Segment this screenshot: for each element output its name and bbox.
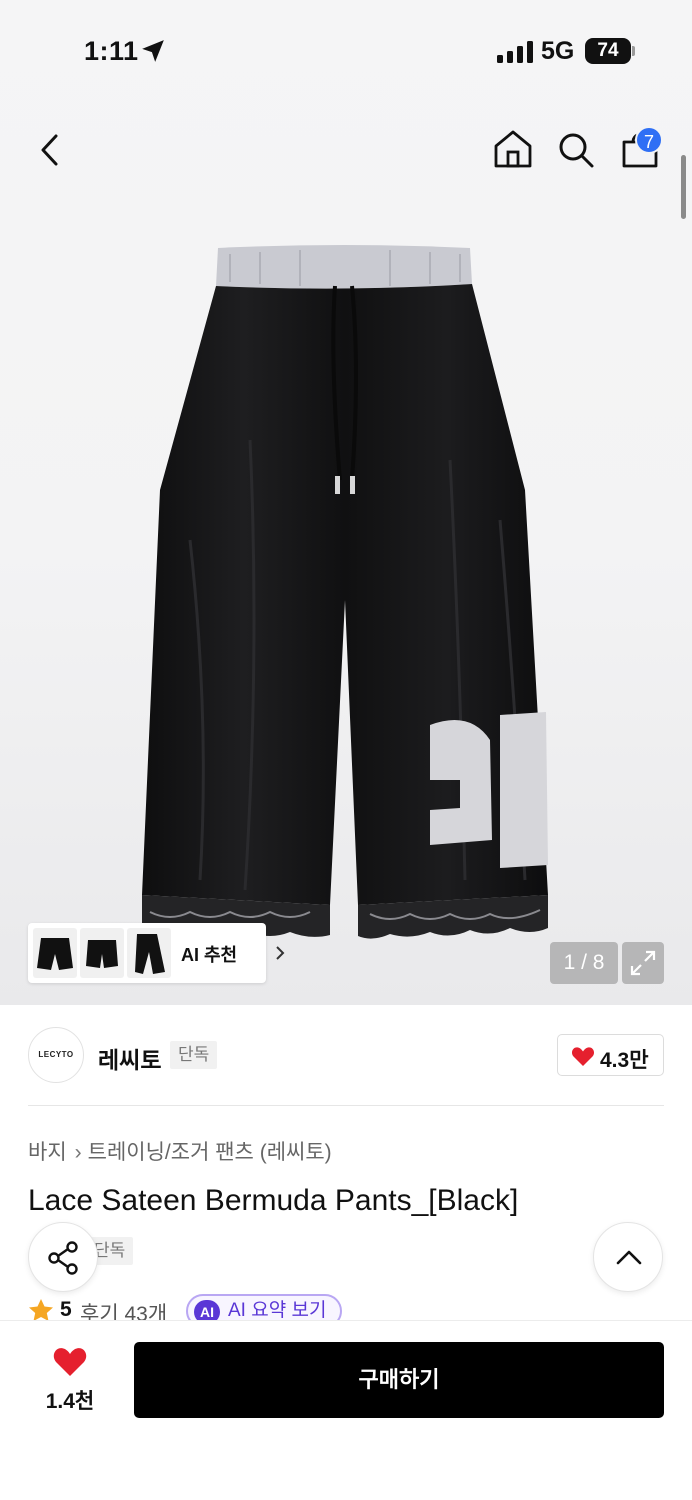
brand-name[interactable]: 레씨토 bbox=[98, 1041, 161, 1075]
network-type: 5G bbox=[541, 37, 575, 65]
favorite-count: 1.4천 bbox=[45, 1390, 95, 1413]
product-image[interactable] bbox=[130, 240, 560, 945]
chevron-right-icon bbox=[276, 946, 285, 960]
ai-summary-label: AI 요약 보기 bbox=[228, 1300, 327, 1320]
divider bbox=[28, 1105, 664, 1106]
status-bar: 1:11 5G 74 bbox=[0, 0, 692, 100]
share-icon bbox=[48, 1241, 78, 1275]
brand-like-count: 4.3만 bbox=[600, 1049, 649, 1072]
breadcrumb-item-category[interactable]: 바지 bbox=[28, 1141, 67, 1164]
image-page-indicator: 1 / 8 bbox=[550, 942, 618, 984]
expand-icon bbox=[630, 950, 656, 976]
product-title: Lace Sateen Bermuda Pants_[Black] bbox=[28, 1184, 519, 1217]
ai-summary-button[interactable]: AI AI 요약 보기 bbox=[186, 1294, 343, 1320]
share-button[interactable] bbox=[28, 1222, 98, 1292]
cellular-signal-icon bbox=[497, 41, 533, 63]
search-icon[interactable] bbox=[556, 130, 596, 170]
ai-badge-icon: AI bbox=[194, 1300, 220, 1320]
rating-row: 5 후기 43개 AI AI 요약 보기 bbox=[28, 1294, 668, 1320]
scroll-top-button[interactable] bbox=[593, 1222, 663, 1292]
heart-icon[interactable] bbox=[52, 1346, 88, 1378]
breadcrumb: 바지 › 트레이닝/조거 팬츠 (레씨토) bbox=[28, 1136, 332, 1166]
rating-score: 5 bbox=[60, 1298, 72, 1320]
review-count-link[interactable]: 후기 43개 bbox=[80, 1298, 167, 1320]
scrollbar[interactable] bbox=[681, 155, 686, 219]
expand-button[interactable] bbox=[622, 942, 664, 984]
buy-button[interactable]: 구매하기 bbox=[134, 1342, 664, 1418]
chevron-right-icon: › bbox=[74, 1141, 82, 1164]
thumbnail-2[interactable] bbox=[80, 928, 124, 978]
battery-icon: 74 bbox=[585, 38, 631, 64]
cart-count-badge: 7 bbox=[635, 126, 663, 154]
brand-logo[interactable]: LECYTO bbox=[28, 1027, 84, 1083]
thumbnail-3[interactable] bbox=[127, 928, 171, 978]
ai-recommend-chip[interactable]: AI 추천 bbox=[28, 923, 285, 983]
exclusive-tag: 단독 bbox=[170, 1041, 218, 1069]
chevron-up-icon bbox=[616, 1250, 642, 1265]
brand-like-button[interactable]: 4.3만 bbox=[557, 1034, 664, 1076]
breadcrumb-item-subcategory[interactable]: 트레이닝/조거 팬츠 (레씨토) bbox=[88, 1141, 332, 1164]
star-icon bbox=[29, 1299, 53, 1320]
chevron-left-icon[interactable] bbox=[34, 130, 66, 170]
ai-recommend-label: AI 추천 bbox=[181, 945, 238, 965]
location-arrow-icon bbox=[142, 40, 164, 62]
battery-cap bbox=[632, 46, 635, 56]
heart-icon bbox=[571, 1047, 595, 1066]
thumbnail-1[interactable] bbox=[33, 928, 77, 978]
status-time: 1:11 bbox=[84, 36, 139, 66]
home-icon[interactable] bbox=[492, 128, 534, 170]
